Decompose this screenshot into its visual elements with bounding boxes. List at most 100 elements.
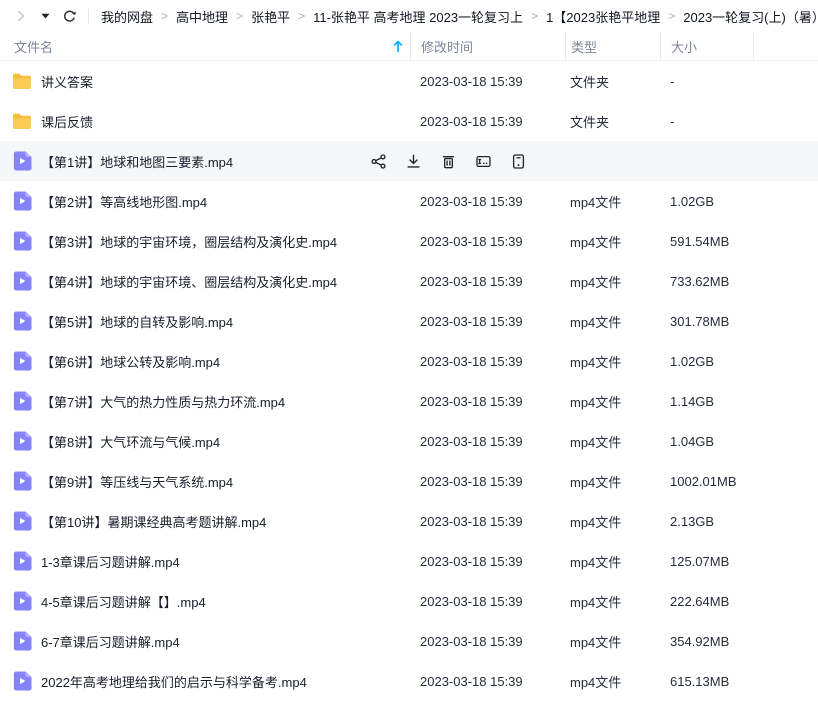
- file-name[interactable]: 【第7讲】大气的热力性质与热力环流.mp4: [41, 392, 285, 411]
- table-header: 文件名 修改时间 类型 大小: [0, 32, 818, 61]
- file-size: 1.02GB: [660, 354, 753, 369]
- file-name[interactable]: 【第2讲】等高线地形图.mp4: [41, 192, 207, 211]
- video-file-icon: [12, 391, 32, 411]
- file-size: -: [660, 114, 753, 129]
- file-name[interactable]: 讲义答案: [41, 72, 93, 91]
- file-name[interactable]: 2022年高考地理给我们的启示与科学备考.mp4: [41, 672, 307, 691]
- table-row[interactable]: 【第2讲】等高线地形图.mp42023-03-18 15:39mp4文件1.02…: [0, 181, 818, 221]
- column-header-size[interactable]: 大小: [660, 32, 753, 60]
- file-name-cell: 【第5讲】地球的自转及影响.mp4: [0, 311, 410, 331]
- breadcrumb-item[interactable]: 1【2023张艳平地理: [546, 7, 660, 26]
- file-type: mp4文件: [565, 672, 660, 691]
- file-type: mp4文件: [565, 392, 660, 411]
- file-modified-time: 2023-03-18 15:39: [410, 394, 565, 409]
- file-modified-time: 2023-03-18 15:39: [410, 594, 565, 609]
- file-name-cell: 【第2讲】等高线地形图.mp4: [0, 191, 410, 211]
- file-name-cell: 【第7讲】大气的热力性质与热力环流.mp4: [0, 391, 410, 411]
- file-name[interactable]: 【第1讲】地球和地图三要素.mp4: [41, 152, 233, 171]
- video-file-icon: [12, 591, 32, 611]
- breadcrumb: 我的网盘>高中地理>张艳平>11-张艳平 高考地理 2023一轮复习上>1【20…: [101, 7, 818, 26]
- table-row[interactable]: 【第6讲】地球公转及影响.mp42023-03-18 15:39mp4文件1.0…: [0, 341, 818, 381]
- table-row[interactable]: 【第1讲】地球和地图三要素.mp4: [0, 141, 818, 181]
- file-name-cell: 6-7章课后习题讲解.mp4: [0, 631, 410, 651]
- breadcrumb-item[interactable]: 11-张艳平 高考地理 2023一轮复习上: [313, 7, 523, 26]
- file-modified-time: 2023-03-18 15:39: [410, 474, 565, 489]
- more-icon[interactable]: [510, 153, 527, 170]
- file-type: mp4文件: [565, 352, 660, 371]
- file-modified-time: 2023-03-18 15:39: [410, 74, 565, 89]
- table-row[interactable]: 【第8讲】大气环流与气候.mp42023-03-18 15:39mp4文件1.0…: [0, 421, 818, 461]
- file-name-cell: 讲义答案: [0, 72, 410, 91]
- breadcrumb-item[interactable]: 2023一轮复习(上)（暑）: [683, 7, 818, 26]
- file-name[interactable]: 4-5章课后习题讲解【】.mp4: [41, 592, 206, 611]
- download-icon[interactable]: [405, 153, 422, 170]
- video-file-icon: [12, 511, 32, 531]
- file-modified-time: 2023-03-18 15:39: [410, 554, 565, 569]
- file-size: 591.54MB: [660, 234, 753, 249]
- video-file-icon: [12, 271, 32, 291]
- file-type: 文件夹: [565, 72, 660, 91]
- file-name-cell: 课后反馈: [0, 112, 410, 131]
- row-action-bar: [370, 141, 527, 181]
- file-size: 354.92MB: [660, 634, 753, 649]
- breadcrumb-item[interactable]: 张艳平: [251, 7, 290, 26]
- file-modified-time: 2023-03-18 15:39: [410, 674, 565, 689]
- video-file-icon: [12, 311, 32, 331]
- table-row[interactable]: 【第7讲】大气的热力性质与热力环流.mp4 2023-03-18 15:39mp4…: [0, 381, 818, 421]
- table-row[interactable]: 2022年高考地理给我们的启示与科学备考.mp4 2023-03-18 15:39…: [0, 661, 818, 701]
- file-type: mp4文件: [565, 232, 660, 251]
- rename-icon[interactable]: [475, 153, 492, 170]
- file-size: 125.07MB: [660, 554, 753, 569]
- file-name[interactable]: 【第4讲】地球的宇宙环境、圈层结构及演化史.mp4: [41, 272, 337, 291]
- folder-icon: [12, 73, 32, 90]
- column-label: 文件名: [14, 37, 53, 56]
- video-file-icon: [12, 551, 32, 571]
- table-row[interactable]: 课后反馈2023-03-18 15:39文件夹-: [0, 101, 818, 141]
- file-name[interactable]: 【第3讲】地球的宇宙环境，圈层结构及演化史.mp4: [41, 232, 337, 251]
- file-type: mp4文件: [565, 512, 660, 531]
- sort-ascending-icon[interactable]: [393, 40, 403, 53]
- file-size: 1002.01MB: [660, 474, 753, 489]
- file-name[interactable]: 【第8讲】大气环流与气候.mp4: [41, 432, 220, 451]
- column-header-filename[interactable]: 文件名: [0, 32, 410, 60]
- table-row[interactable]: 讲义答案2023-03-18 15:39文件夹-: [0, 61, 818, 101]
- table-row[interactable]: 【第5讲】地球的自转及影响.mp42023-03-18 15:39mp4文件30…: [0, 301, 818, 341]
- video-file-icon: [12, 191, 32, 211]
- delete-icon[interactable]: [440, 153, 457, 170]
- file-name[interactable]: 课后反馈: [41, 112, 93, 131]
- table-row[interactable]: 【第9讲】等压线与天气系统.mp42023-03-18 15:39mp4文件10…: [0, 461, 818, 501]
- file-size: 1.14GB: [660, 394, 753, 409]
- table-row[interactable]: 【第4讲】地球的宇宙环境、圈层结构及演化史.mp42023-03-18 15:3…: [0, 261, 818, 301]
- file-name[interactable]: 【第5讲】地球的自转及影响.mp4: [41, 312, 233, 331]
- file-name-cell: 【第9讲】等压线与天气系统.mp4: [0, 471, 410, 491]
- table-row[interactable]: 6-7章课后习题讲解.mp42023-03-18 15:39mp4文件354.9…: [0, 621, 818, 661]
- video-file-icon: [12, 351, 32, 371]
- file-name[interactable]: 【第10讲】暑期课经典高考题讲解.mp4: [41, 512, 266, 531]
- table-row[interactable]: 【第10讲】暑期课经典高考题讲解.mp42023-03-18 15:39mp4文…: [0, 501, 818, 541]
- table-row[interactable]: 1-3章课后习题讲解.mp4 2023-03-18 15:39mp4文件125.0…: [0, 541, 818, 581]
- file-name-cell: 【第1讲】地球和地图三要素.mp4: [0, 151, 410, 171]
- share-icon[interactable]: [370, 153, 387, 170]
- breadcrumb-separator: >: [298, 9, 305, 23]
- file-name[interactable]: 【第6讲】地球公转及影响.mp4: [41, 352, 220, 371]
- file-name[interactable]: 【第9讲】等压线与天气系统.mp4: [41, 472, 233, 491]
- breadcrumb-item[interactable]: 我的网盘: [101, 7, 153, 26]
- file-size: 615.13MB: [660, 674, 753, 689]
- file-name-cell: 【第10讲】暑期课经典高考题讲解.mp4: [0, 511, 410, 531]
- breadcrumb-item[interactable]: 高中地理: [176, 7, 228, 26]
- column-header-type[interactable]: 类型: [565, 32, 660, 60]
- file-modified-time: 2023-03-18 15:39: [410, 194, 565, 209]
- file-name-cell: 【第6讲】地球公转及影响.mp4: [0, 351, 410, 371]
- forward-icon[interactable]: [12, 6, 30, 26]
- file-list: 讲义答案2023-03-18 15:39文件夹-课后反馈2023-03-18 1…: [0, 61, 818, 701]
- file-name[interactable]: 1-3章课后习题讲解.mp4: [41, 552, 180, 571]
- column-header-modified[interactable]: 修改时间: [410, 32, 565, 60]
- file-type: mp4文件: [565, 552, 660, 571]
- refresh-icon[interactable]: [60, 6, 78, 26]
- video-file-icon: [12, 631, 32, 651]
- chevron-down-icon[interactable]: [38, 6, 52, 26]
- file-name-cell: 【第3讲】地球的宇宙环境，圈层结构及演化史.mp4: [0, 231, 410, 251]
- table-row[interactable]: 【第3讲】地球的宇宙环境，圈层结构及演化史.mp42023-03-18 15:3…: [0, 221, 818, 261]
- table-row[interactable]: 4-5章课后习题讲解【】.mp42023-03-18 15:39mp4文件222…: [0, 581, 818, 621]
- file-name[interactable]: 6-7章课后习题讲解.mp4: [41, 632, 180, 651]
